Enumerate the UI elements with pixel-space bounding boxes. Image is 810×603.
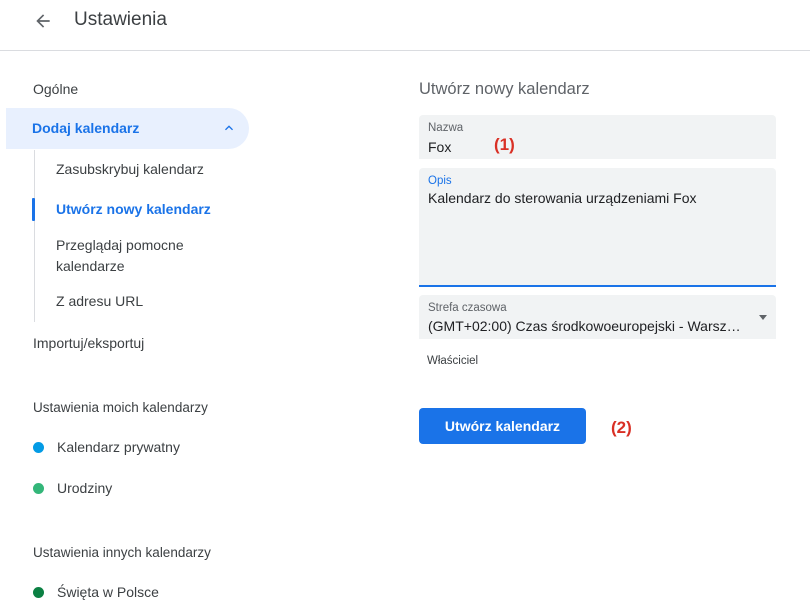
back-arrow-icon[interactable] (28, 6, 58, 36)
nav-general[interactable]: Ogólne (33, 81, 78, 97)
form-title: Utwórz nowy kalendarz (419, 80, 590, 98)
description-field-label: Opis (428, 175, 452, 187)
page-title: Ustawienia (74, 9, 167, 30)
calendar-name: Urodziny (57, 480, 113, 496)
description-field-value: Kalendarz do sterowania urządzeniami Fox (428, 190, 697, 206)
create-calendar-button[interactable]: Utwórz kalendarz (419, 408, 586, 444)
name-field-value: Fox (428, 139, 452, 155)
calendar-item-birthdays[interactable]: Urodziny (33, 478, 112, 498)
chevron-up-icon (225, 125, 233, 131)
timezone-select[interactable]: Strefa czasowa (GMT+02:00) Czas środkowo… (419, 295, 776, 339)
name-field-label: Nazwa (428, 122, 464, 134)
nav-from-url[interactable]: Z adresu URL (56, 291, 143, 312)
calendar-color-dot (33, 441, 44, 453)
name-field[interactable]: Nazwa Fox (419, 115, 776, 159)
nav-add-calendar-label: Dodaj kalendarz (32, 120, 140, 136)
nav-create-calendar[interactable]: Utwórz nowy kalendarz (56, 199, 211, 220)
dropdown-caret-icon (759, 315, 767, 320)
nav-import-export[interactable]: Importuj/eksportuj (33, 335, 144, 351)
calendar-name: Kalendarz prywatny (57, 439, 180, 455)
calendar-item-holidays[interactable]: Święta w Polsce (33, 582, 159, 602)
calendar-name: Święta w Polsce (57, 584, 159, 600)
timezone-label: Strefa czasowa (428, 302, 507, 314)
owner-label: Właściciel (427, 355, 479, 367)
calendar-item-private[interactable]: Kalendarz prywatny (33, 437, 180, 457)
calendar-color-dot (33, 482, 44, 494)
description-field[interactable]: Opis Kalendarz do sterowania urządzeniam… (419, 168, 776, 287)
nav-browse-calendars[interactable]: Przeglądaj pomocne kalendarze (56, 235, 216, 277)
active-indicator (32, 198, 35, 221)
settings-header: Ustawienia (0, 0, 810, 51)
annotation-1: (1) (494, 135, 515, 154)
other-calendars-heading: Ustawienia innych kalendarzy (33, 545, 211, 560)
my-calendars-heading: Ustawienia moich kalendarzy (33, 400, 208, 415)
submenu-divider-line (34, 150, 35, 322)
calendar-color-dot (33, 586, 44, 598)
annotation-2: (2) (611, 418, 632, 437)
nav-add-calendar[interactable]: Dodaj kalendarz (6, 108, 249, 149)
timezone-value: (GMT+02:00) Czas środkowoeuropejski - Wa… (428, 318, 748, 334)
nav-subscribe-calendar[interactable]: Zasubskrybuj kalendarz (56, 159, 204, 180)
